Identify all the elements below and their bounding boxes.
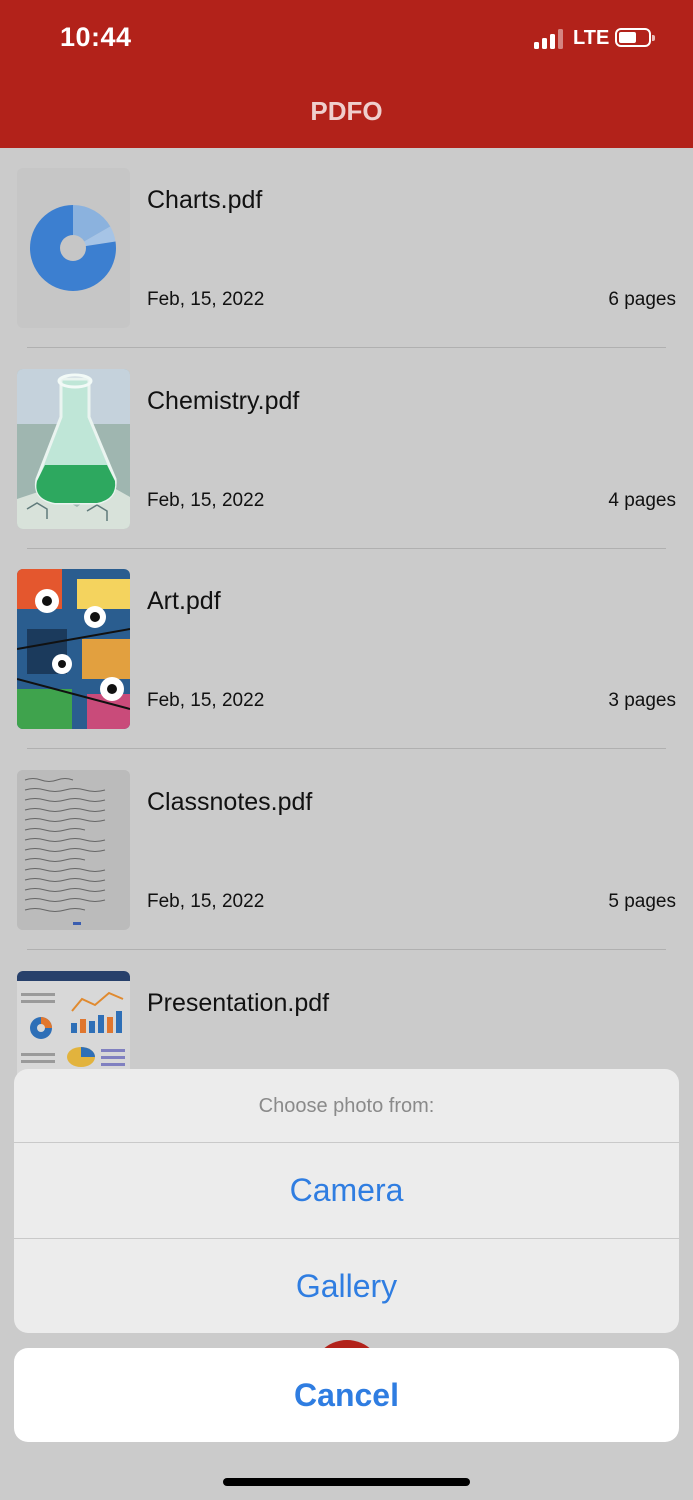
action-sheet-title: Choose photo from:: [258, 1095, 435, 1117]
home-indicator[interactable]: [223, 1478, 470, 1486]
gallery-option-button[interactable]: Gallery: [14, 1238, 679, 1333]
cancel-button[interactable]: Cancel: [14, 1348, 679, 1442]
camera-option-button[interactable]: Camera: [14, 1142, 679, 1238]
photo-source-action-sheet: Choose photo from: Camera Gallery: [14, 1069, 679, 1333]
action-sheet-overlay: Choose photo from: Camera Gallery Cancel: [0, 0, 693, 1500]
